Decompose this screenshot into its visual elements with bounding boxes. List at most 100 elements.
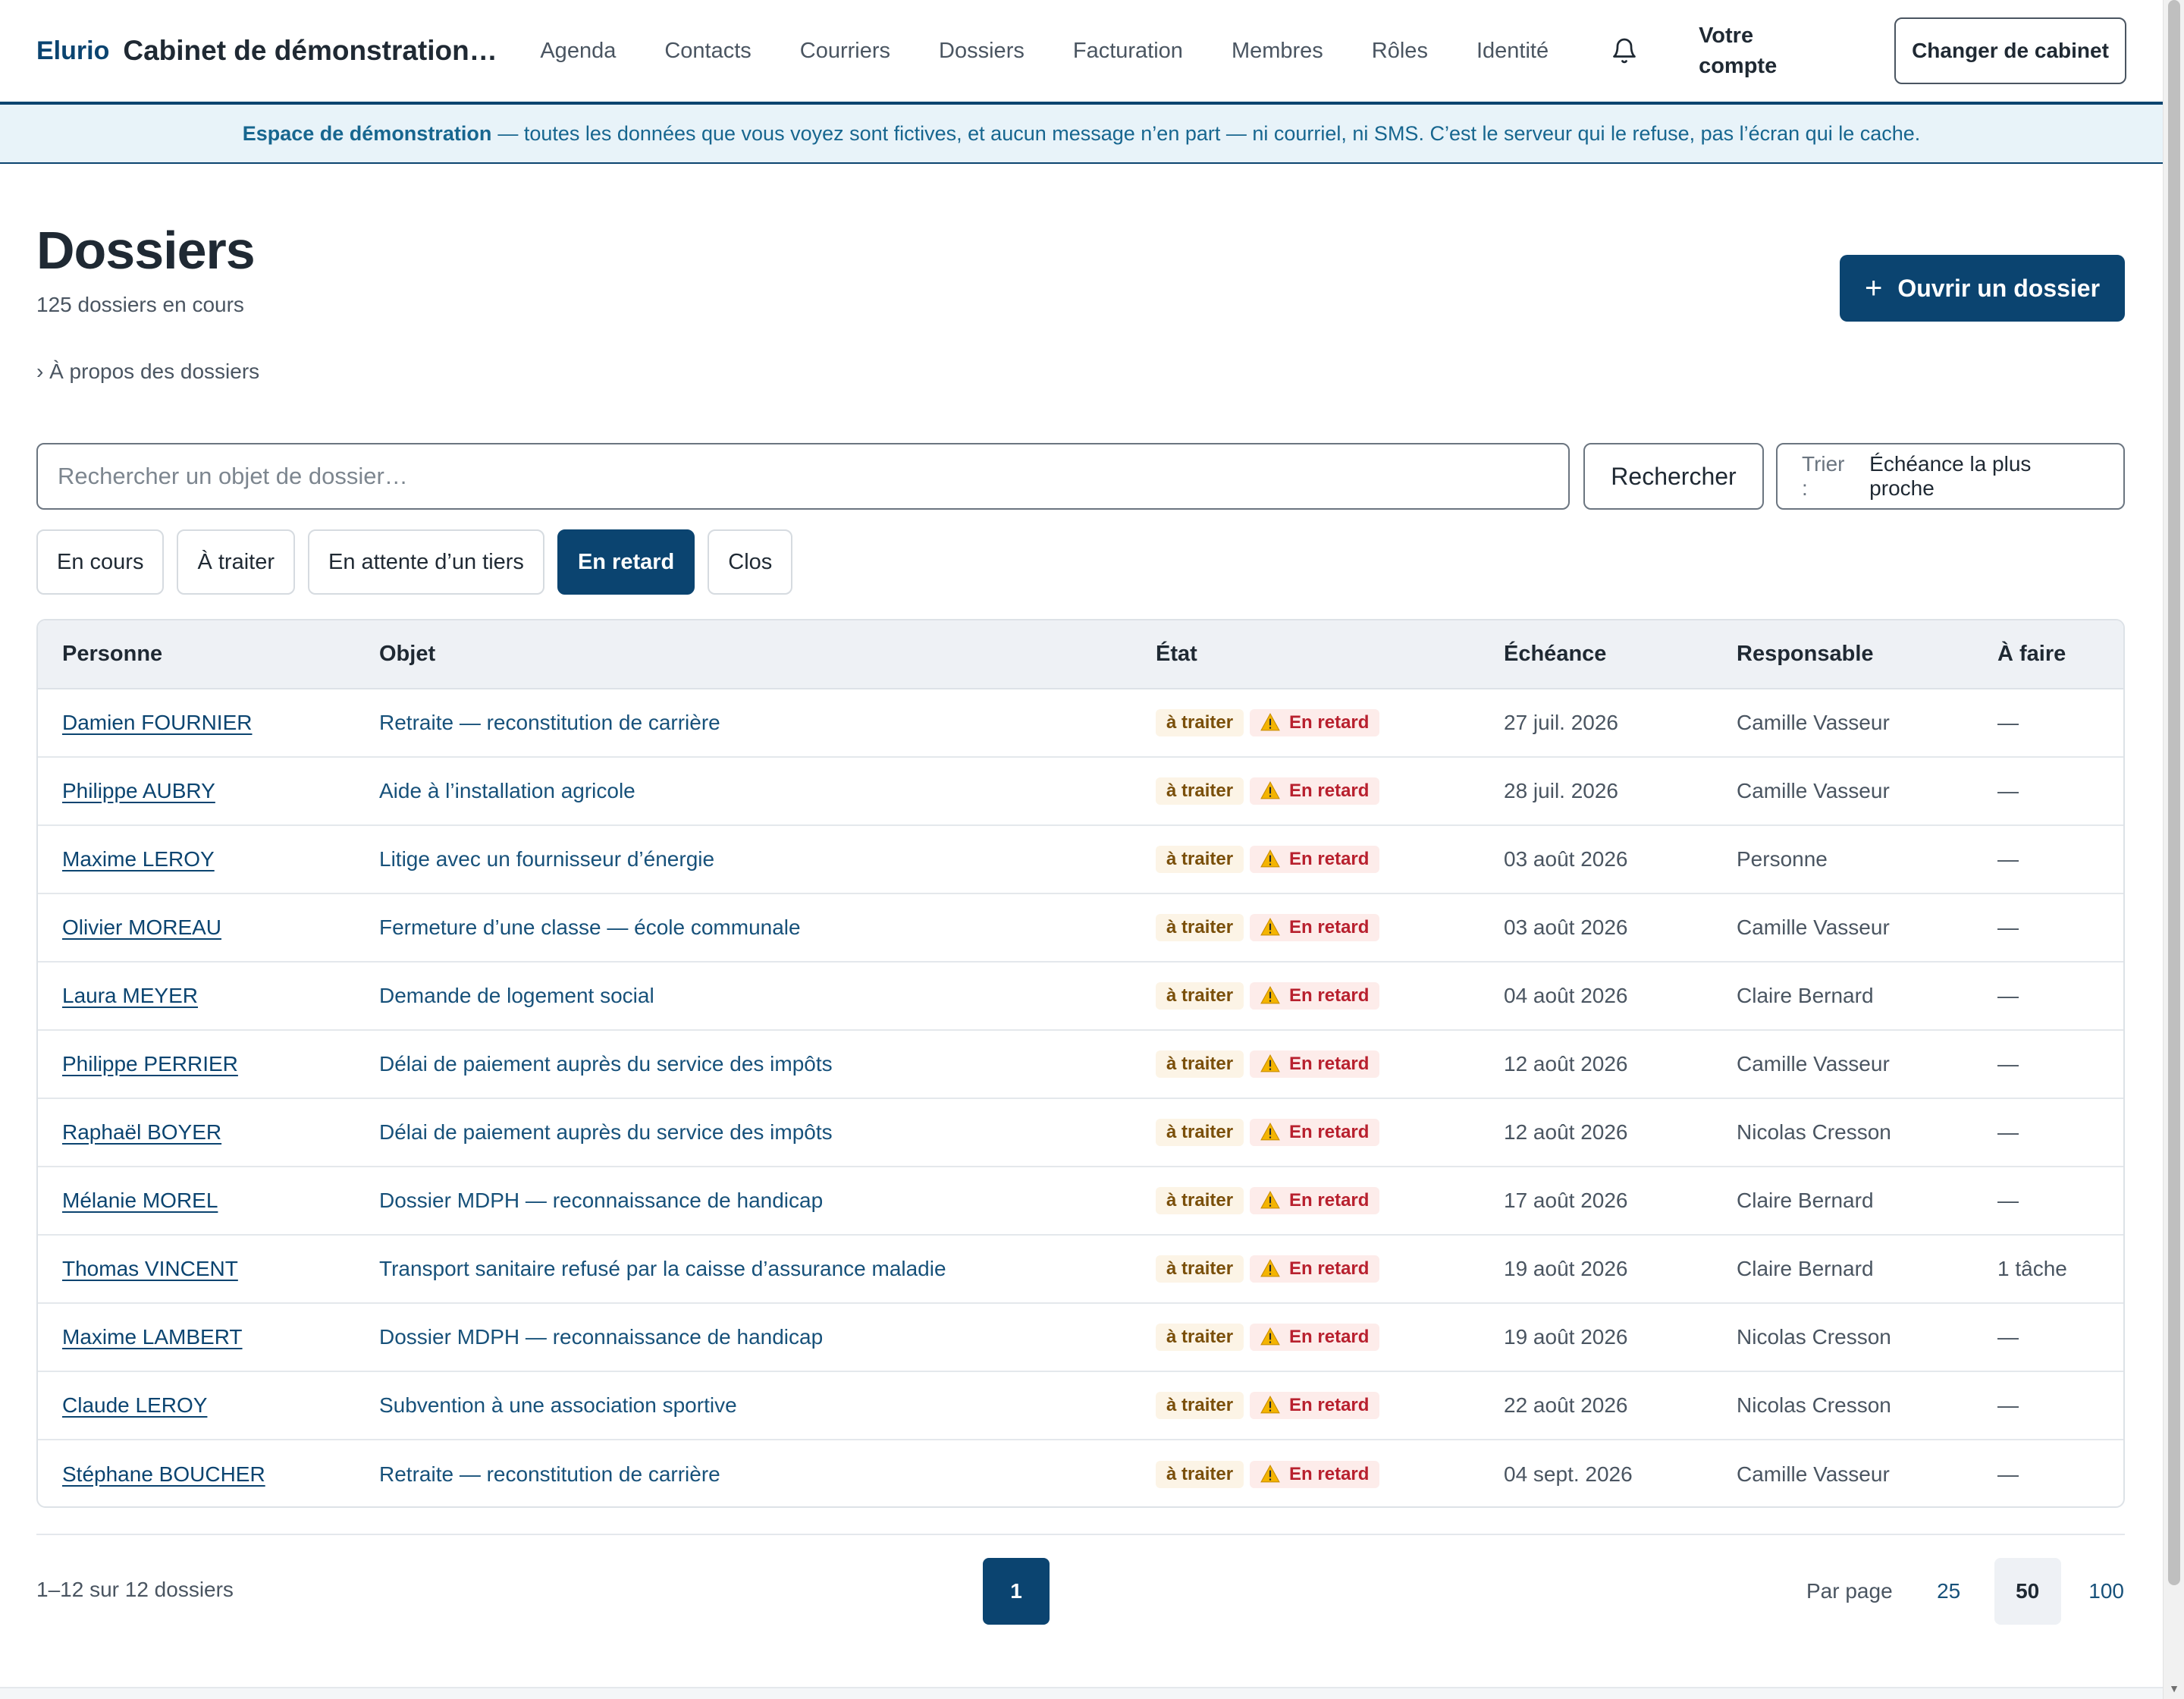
status-badge-a-traiter: à traiter bbox=[1156, 709, 1244, 736]
nav-link-membres[interactable]: Membres bbox=[1232, 39, 1323, 64]
objet-link[interactable]: Dossier MDPH — reconnaissance de handica… bbox=[379, 1189, 823, 1212]
filter-clos[interactable]: Clos bbox=[708, 529, 793, 595]
objet-link[interactable]: Dossier MDPH — reconnaissance de handica… bbox=[379, 1325, 823, 1349]
table-row[interactable]: Thomas VINCENT Transport sanitaire refusé… bbox=[38, 1235, 2123, 1304]
objet-link[interactable]: Fermeture d’une classe — école communale bbox=[379, 915, 801, 939]
sort-select[interactable]: Trier : Échéance la plus proche bbox=[1776, 443, 2125, 510]
nav-link-identite[interactable]: Identité bbox=[1476, 39, 1549, 64]
per-page-option-100[interactable]: 100 bbox=[2073, 1558, 2140, 1625]
filter-en-attente[interactable]: En attente d’un tiers bbox=[307, 529, 544, 595]
warning-icon bbox=[1260, 713, 1282, 733]
objet-link[interactable]: Transport sanitaire refusé par la caisse… bbox=[379, 1257, 946, 1280]
table-row[interactable]: Raphaël BOYER Délai de paiement auprès du… bbox=[38, 1098, 2123, 1167]
person-link[interactable]: Maxime LEROY bbox=[62, 847, 215, 871]
table-row[interactable]: Maxime LAMBERT Dossier MDPH — reconnaissa… bbox=[38, 1303, 2123, 1372]
nav-link-dossiers[interactable]: Dossiers bbox=[939, 39, 1025, 64]
person-link[interactable]: Philippe AUBRY bbox=[62, 779, 215, 802]
cell-personne: Damien FOURNIER bbox=[38, 689, 379, 758]
table-row[interactable]: Claude LEROY Subvention à une association… bbox=[38, 1371, 2123, 1440]
person-link[interactable]: Thomas VINCENT bbox=[62, 1257, 238, 1280]
status-badge-en-retard-label: En retard bbox=[1289, 1054, 1370, 1074]
search-input[interactable] bbox=[36, 443, 1570, 510]
cell-personne: Maxime LEROY bbox=[38, 825, 379, 894]
cell-echeance: 12 août 2026 bbox=[1504, 1030, 1737, 1099]
table-row[interactable]: Stéphane BOUCHER Retraite — reconstitutio… bbox=[38, 1440, 2123, 1506]
scrollbar-thumb[interactable] bbox=[2168, 0, 2180, 1585]
person-link[interactable]: Mélanie MOREL bbox=[62, 1189, 218, 1212]
cell-personne: Claude LEROY bbox=[38, 1371, 379, 1440]
cell-echeance: 28 juil. 2026 bbox=[1504, 757, 1737, 826]
column-header-etat[interactable]: État bbox=[1156, 620, 1504, 689]
search-button[interactable]: Rechercher bbox=[1583, 443, 1764, 510]
table-row[interactable]: Laura MEYER Demande de logement social à t… bbox=[38, 962, 2123, 1031]
cell-objet: Fermeture d’une classe — école communale bbox=[379, 893, 1156, 963]
brand-logo[interactable]: Elurio bbox=[36, 36, 109, 66]
cell-etat: à traiter En retard bbox=[1156, 1167, 1504, 1236]
column-header-personne[interactable]: Personne bbox=[38, 620, 379, 689]
objet-link[interactable]: Demande de logement social bbox=[379, 984, 654, 1007]
filter-en-retard[interactable]: En retard bbox=[557, 529, 695, 595]
person-link[interactable]: Damien FOURNIER bbox=[62, 711, 252, 734]
person-link[interactable]: Claude LEROY bbox=[62, 1393, 207, 1417]
cell-objet: Retraite — reconstitution de carrière bbox=[379, 1440, 1156, 1506]
person-link[interactable]: Olivier MOREAU bbox=[62, 915, 221, 939]
table-row[interactable]: Philippe PERRIER Délai de paiement auprès… bbox=[38, 1030, 2123, 1099]
column-header-a-faire[interactable]: À faire bbox=[1997, 620, 2123, 689]
objet-link[interactable]: Subvention à une association sportive bbox=[379, 1393, 737, 1417]
filter-en-cours[interactable]: En cours bbox=[36, 529, 165, 595]
cell-etat: à traiter En retard bbox=[1156, 757, 1504, 826]
nav-link-agenda[interactable]: Agenda bbox=[540, 39, 616, 64]
person-link[interactable]: Philippe PERRIER bbox=[62, 1052, 238, 1076]
plus-icon: + bbox=[1864, 271, 1883, 305]
status-badges: à traiter En retard bbox=[1156, 1119, 1504, 1146]
filter-a-traiter[interactable]: À traiter bbox=[177, 529, 295, 595]
table-row[interactable]: Damien FOURNIER Retraite — reconstitution… bbox=[38, 689, 2123, 758]
switch-cabinet-button[interactable]: Changer de cabinet bbox=[1894, 17, 2126, 84]
cell-responsable: Claire Bernard bbox=[1737, 962, 1997, 1031]
nav-link-courriers[interactable]: Courriers bbox=[800, 39, 890, 64]
warning-icon bbox=[1260, 1464, 1282, 1484]
page-button-current[interactable]: 1 bbox=[983, 1558, 1050, 1625]
person-link[interactable]: Stéphane BOUCHER bbox=[62, 1462, 265, 1486]
person-link[interactable]: Maxime LAMBERT bbox=[62, 1325, 243, 1349]
open-dossier-button[interactable]: + Ouvrir un dossier bbox=[1840, 255, 2125, 322]
objet-link[interactable]: Délai de paiement auprès du service des … bbox=[379, 1052, 833, 1076]
objet-link[interactable]: Retraite — reconstitution de carrière bbox=[379, 1462, 720, 1486]
table-row[interactable]: Olivier MOREAU Fermeture d’une classe — é… bbox=[38, 893, 2123, 963]
status-badge-a-traiter: à traiter bbox=[1156, 914, 1244, 941]
cell-echeance: 19 août 2026 bbox=[1504, 1235, 1737, 1304]
cell-echeance: 03 août 2026 bbox=[1504, 893, 1737, 963]
open-dossier-label: Ouvrir un dossier bbox=[1897, 274, 2101, 302]
per-page-option-50[interactable]: 50 bbox=[1994, 1558, 2061, 1625]
cell-a-faire: — bbox=[1997, 1462, 2019, 1486]
main-nav: Agenda Contacts Courriers Dossiers Factu… bbox=[540, 39, 1549, 64]
table-row[interactable]: Philippe AUBRY Aide à l’installation agri… bbox=[38, 757, 2123, 826]
person-link[interactable]: Laura MEYER bbox=[62, 984, 198, 1007]
per-page-option-25[interactable]: 25 bbox=[1916, 1558, 1982, 1625]
column-header-responsable[interactable]: Responsable bbox=[1737, 620, 1997, 689]
nav-link-roles[interactable]: Rôles bbox=[1372, 39, 1428, 64]
objet-link[interactable]: Délai de paiement auprès du service des … bbox=[379, 1120, 833, 1144]
column-header-echeance[interactable]: Échéance bbox=[1504, 620, 1737, 689]
status-badge-en-retard-label: En retard bbox=[1289, 1463, 1370, 1484]
nav-link-facturation[interactable]: Facturation bbox=[1073, 39, 1183, 64]
objet-link[interactable]: Aide à l’installation agricole bbox=[379, 779, 635, 802]
account-link[interactable]: Votre compte bbox=[1699, 20, 1797, 81]
cell-echeance: 17 août 2026 bbox=[1504, 1167, 1737, 1236]
status-badge-en-retard: En retard bbox=[1250, 1460, 1380, 1488]
vertical-scrollbar[interactable]: ▼ bbox=[2163, 0, 2184, 1699]
objet-link[interactable]: Litige avec un fournisseur d’énergie bbox=[379, 847, 714, 871]
bell-icon[interactable] bbox=[1609, 34, 1640, 68]
table-row[interactable]: Maxime LEROY Litige avec un fournisseur d… bbox=[38, 825, 2123, 894]
table-row[interactable]: Mélanie MOREL Dossier MDPH — reconnaissan… bbox=[38, 1167, 2123, 1236]
status-badges: à traiter En retard bbox=[1156, 914, 1504, 941]
nav-link-contacts[interactable]: Contacts bbox=[664, 39, 751, 64]
warning-icon bbox=[1260, 1054, 1282, 1074]
column-header-objet[interactable]: Objet bbox=[379, 620, 1156, 689]
scroll-down-arrow-icon[interactable]: ▼ bbox=[2168, 1682, 2180, 1694]
per-page-selector: Par page 25 50 100 bbox=[1806, 1558, 2140, 1625]
about-dossiers-toggle[interactable]: › À propos des dossiers bbox=[36, 360, 259, 384]
cell-personne: Mélanie MOREL bbox=[38, 1167, 379, 1236]
person-link[interactable]: Raphaël BOYER bbox=[62, 1120, 221, 1144]
objet-link[interactable]: Retraite — reconstitution de carrière bbox=[379, 711, 720, 734]
